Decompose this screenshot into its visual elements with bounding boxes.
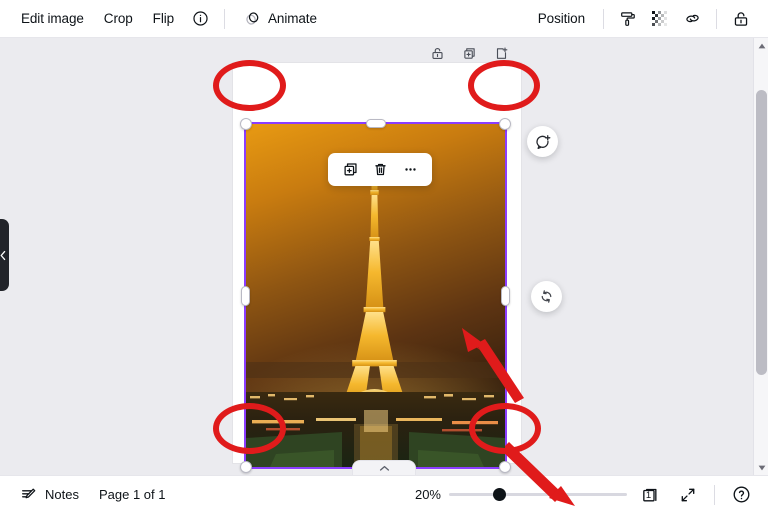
- add-comment-button[interactable]: [527, 126, 558, 157]
- help-icon: [733, 486, 749, 503]
- add-page-icon: [496, 46, 507, 59]
- resize-handle-bottom-left[interactable]: [240, 461, 252, 473]
- animate-button[interactable]: Animate: [234, 5, 326, 33]
- duplicate-page-icon: [463, 47, 475, 59]
- toolbar-divider-2: [603, 8, 604, 29]
- info-icon: [192, 11, 208, 26]
- resize-handle-right[interactable]: [501, 285, 510, 306]
- zoom-slider[interactable]: [449, 487, 627, 503]
- toolbar-divider-1: [224, 8, 226, 29]
- duplicate-page-button[interactable]: [460, 44, 478, 62]
- collapse-panel-tab[interactable]: [352, 460, 416, 475]
- page-indicator: Page 1 of 1: [98, 487, 166, 502]
- resize-handle-bottom-right[interactable]: [499, 461, 511, 473]
- delete-icon: [374, 163, 386, 176]
- page-count-value: 1: [645, 490, 652, 501]
- chevron-up-icon: [379, 465, 389, 471]
- vertical-scrollbar[interactable]: [753, 38, 768, 475]
- add-comment-icon: [535, 134, 550, 149]
- notes-button[interactable]: Notes: [12, 481, 87, 509]
- info-icon-button[interactable]: [185, 5, 215, 33]
- paint-roller-button[interactable]: [613, 5, 643, 33]
- resize-handle-top[interactable]: [365, 119, 386, 128]
- bottom-bar: Notes Page 1 of 1 20% 1: [0, 475, 768, 513]
- delete-button[interactable]: [366, 157, 394, 183]
- duplicate-icon: [343, 163, 357, 176]
- position-button[interactable]: Position: [529, 5, 594, 33]
- help-button[interactable]: [726, 481, 756, 509]
- scroll-down-button[interactable]: [754, 460, 768, 475]
- zoom-slider-knob[interactable]: [493, 488, 506, 501]
- lock-button[interactable]: [726, 5, 756, 33]
- canva-editor-window: Edit image Crop Flip Animate Position No…: [0, 0, 768, 513]
- lock-page-button[interactable]: [428, 44, 446, 62]
- resize-handle-left[interactable]: [241, 285, 250, 306]
- chevron-left-icon: [0, 250, 6, 260]
- notes-icon: [22, 488, 36, 498]
- zoom-slider-rail: [449, 493, 627, 496]
- add-page-button[interactable]: [492, 44, 510, 62]
- canvas-area[interactable]: [0, 38, 768, 475]
- page-count-icon: 1: [640, 485, 660, 505]
- flip-button[interactable]: Flip: [144, 5, 183, 33]
- rotate-icon: [541, 290, 552, 303]
- toolbar-right-group: Position: [529, 5, 768, 33]
- page-tools-row: [428, 44, 510, 62]
- animate-label: Animate: [268, 11, 317, 26]
- bottom-divider: [714, 484, 715, 505]
- transparency-button[interactable]: [645, 5, 675, 33]
- bottom-right-group: 20% 1: [405, 481, 768, 509]
- vertical-scroll-thumb[interactable]: [756, 90, 767, 375]
- resize-handle-top-right[interactable]: [499, 118, 511, 130]
- link-icon: [685, 14, 699, 23]
- expand-side-panel-button[interactable]: [0, 219, 9, 291]
- toolbar-divider-3: [716, 8, 717, 29]
- page-count-button[interactable]: 1: [635, 481, 665, 509]
- lock-open-icon: [734, 11, 748, 26]
- duplicate-button[interactable]: [336, 157, 364, 183]
- paint-roller-icon: [621, 11, 635, 26]
- bottom-left-group: Notes Page 1 of 1: [0, 481, 173, 509]
- scroll-up-arrow-icon: [758, 43, 765, 48]
- crop-button[interactable]: Crop: [95, 5, 142, 33]
- expand-icon: [681, 488, 695, 501]
- link-button[interactable]: [677, 5, 707, 33]
- edit-image-button[interactable]: Edit image: [12, 5, 93, 33]
- notes-label: Notes: [45, 487, 79, 502]
- transparency-icon: [652, 10, 667, 26]
- animate-icon: [246, 12, 259, 25]
- zoom-level-value: 20%: [414, 487, 441, 502]
- top-toolbar: Edit image Crop Flip Animate Position: [0, 0, 768, 38]
- fullscreen-button[interactable]: [673, 481, 703, 509]
- edit-image-label: Edit image: [21, 11, 84, 26]
- element-action-bar: [328, 153, 432, 186]
- resize-handle-top-left[interactable]: [240, 118, 252, 130]
- crop-label: Crop: [103, 11, 133, 26]
- scroll-up-button[interactable]: [754, 38, 768, 53]
- toolbar-left-group: Edit image Crop Flip Animate: [0, 5, 326, 33]
- lock-page-icon: [431, 47, 443, 59]
- rotate-button[interactable]: [531, 281, 562, 312]
- more-options-icon: [404, 168, 416, 171]
- more-options-button[interactable]: [396, 157, 424, 183]
- flip-label: Flip: [152, 11, 175, 26]
- scroll-down-arrow-icon: [758, 465, 765, 470]
- position-label: Position: [537, 11, 585, 26]
